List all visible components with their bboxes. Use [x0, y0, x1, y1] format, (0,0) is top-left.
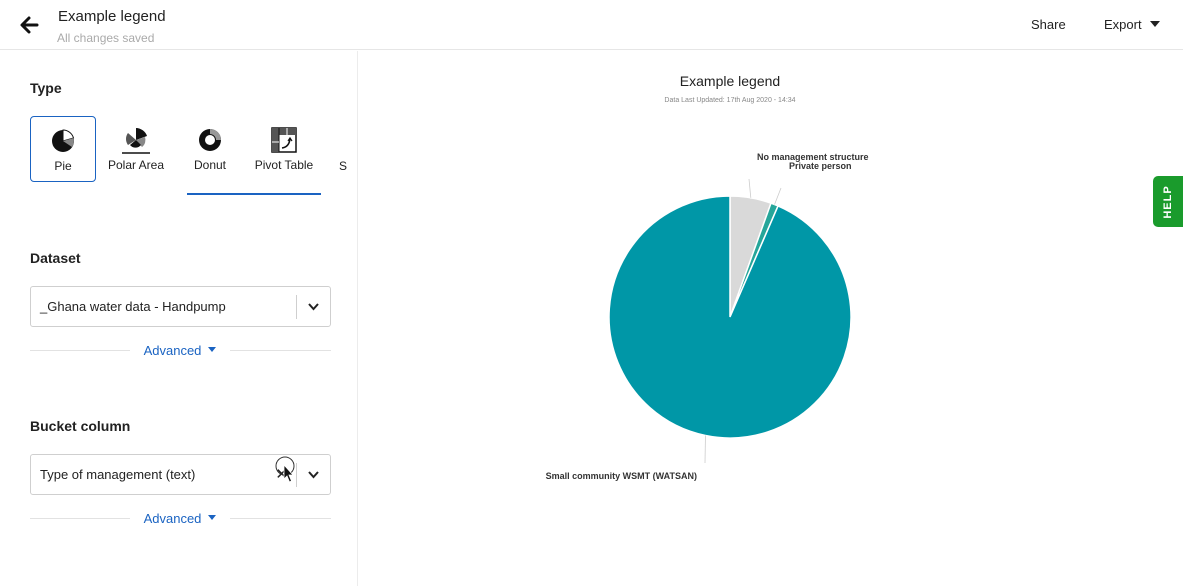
export-label: Export [1104, 17, 1142, 32]
bucket-column-select-value: Type of management (text) [40, 467, 196, 482]
slice-leader-line [774, 187, 782, 205]
pie-chart: No management structurePrivate personSma… [546, 152, 869, 481]
dataset-section-label: Dataset [30, 250, 81, 266]
caret-down-icon [208, 347, 217, 353]
type-option-polar-area[interactable]: Polar Area [103, 116, 169, 182]
dataset-select[interactable]: _Ghana water data - Handpump [30, 286, 331, 327]
type-option-donut[interactable]: Donut [177, 116, 243, 182]
bucket-column-section-label: Bucket column [30, 418, 131, 434]
back-arrow-icon[interactable] [18, 14, 40, 36]
type-section-label: Type [30, 80, 62, 96]
pie-slice[interactable] [608, 195, 852, 439]
help-tab[interactable]: HELP [1153, 176, 1183, 227]
slice-label: Private person [789, 161, 852, 171]
pivot-table-icon [271, 127, 297, 153]
page-title: Example legend [58, 8, 166, 25]
bucket-column-advanced-toggle[interactable]: Advanced [130, 511, 230, 526]
advanced-label: Advanced [143, 511, 202, 526]
donut-icon [199, 129, 221, 151]
advanced-label: Advanced [143, 343, 202, 358]
chevron-down-icon[interactable] [307, 468, 320, 481]
chart-panel: Example legend Data Last Updated: 17th A… [359, 51, 1183, 586]
slice-label: Small community WSMT (WATSAN) [546, 471, 697, 481]
type-option-label: Pie [54, 159, 72, 173]
type-option-label: Donut [193, 158, 227, 172]
chevron-down-icon[interactable] [307, 300, 320, 313]
caret-down-icon [1149, 20, 1160, 27]
type-option-label: Pivot Table [254, 158, 314, 172]
polar-area-icon [122, 128, 150, 154]
pie-icon [52, 129, 75, 152]
mouse-cursor-icon [275, 456, 295, 483]
caret-down-icon [208, 515, 217, 521]
type-option-overflow[interactable]: S [339, 159, 347, 173]
share-button[interactable]: Share [1031, 17, 1066, 32]
dataset-select-value: _Ghana water data - Handpump [40, 299, 226, 314]
dataset-advanced-toggle[interactable]: Advanced [130, 343, 230, 358]
save-status: All changes saved [57, 31, 155, 45]
top-bar: Example legend All changes saved Share E… [0, 0, 1183, 50]
slice-leader-line [748, 178, 752, 198]
select-divider [296, 295, 297, 319]
settings-sidebar: Type Pie Polar Area Donut Pivot Table S … [0, 51, 358, 586]
type-option-label: Polar Area [107, 158, 165, 172]
type-selection-underline [187, 193, 321, 195]
export-button[interactable]: Export [1104, 17, 1160, 32]
type-option-pie[interactable]: Pie [30, 116, 96, 182]
help-label: HELP [1162, 184, 1174, 219]
type-option-pivot-table[interactable]: Pivot Table [251, 116, 317, 182]
